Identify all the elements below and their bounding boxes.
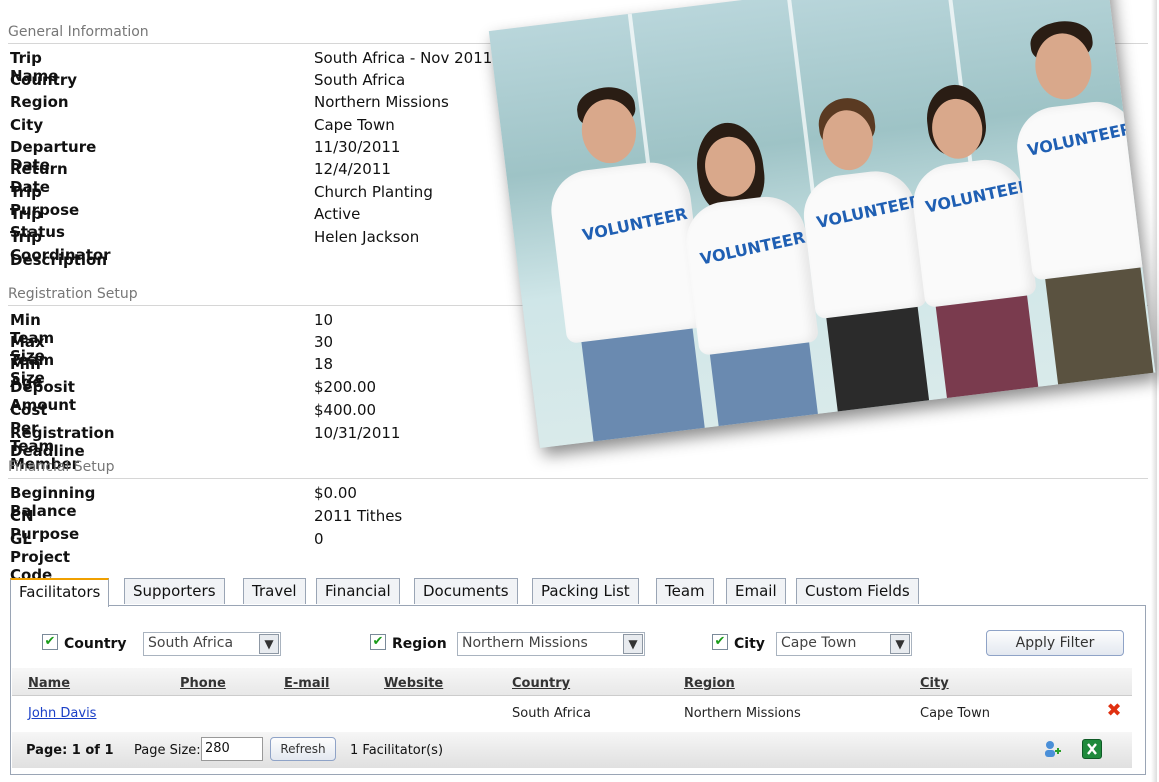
shirt — [681, 192, 820, 356]
apply-filter-button[interactable]: Apply Filter — [986, 630, 1124, 656]
field-value: 11/30/2011 — [314, 138, 401, 156]
facilitator-name-link[interactable]: John Davis — [28, 706, 96, 721]
column-header-website[interactable]: Website — [384, 676, 443, 691]
country-select[interactable]: South Africa ▼ — [143, 632, 281, 656]
field-value: Northern Missions — [314, 93, 449, 111]
city-select-value: Cape Town — [781, 635, 857, 651]
tab-financial[interactable]: Financial — [316, 578, 400, 604]
excel-icon-svg — [1084, 741, 1100, 757]
field-value: 2011 Tithes — [314, 507, 403, 525]
field-value: 30 — [314, 333, 334, 351]
field-value: $0.00 — [314, 484, 357, 502]
region-select[interactable]: Northern Missions ▼ — [457, 632, 645, 656]
jeans — [581, 328, 706, 448]
section-registration-title: Registration Setup — [8, 286, 138, 302]
volunteer-photo: VOLUNTEER VOLUNTEER VOLUNTEER VOLUNTEER … — [488, 0, 1156, 448]
field-value: 18 — [314, 355, 334, 373]
field-value: Helen Jackson — [314, 228, 420, 246]
tab-team[interactable]: Team — [656, 578, 714, 604]
pants — [935, 295, 1040, 406]
country-select-value: South Africa — [148, 635, 234, 651]
column-header-name[interactable]: Name — [28, 676, 70, 691]
grid-header: Name Phone E-mail Website Country Region… — [12, 668, 1132, 696]
field-label: Country — [10, 71, 78, 89]
field-value: 10 — [314, 311, 334, 329]
tab-travel[interactable]: Travel — [243, 578, 306, 604]
region-select-value: Northern Missions — [462, 635, 588, 651]
field-label: City — [10, 116, 44, 134]
tab-email[interactable]: Email — [726, 578, 786, 604]
field-value: $400.00 — [314, 401, 377, 419]
column-header-phone[interactable]: Phone — [180, 676, 226, 691]
window-edge — [1151, 0, 1157, 782]
field-value: 0 — [314, 530, 324, 548]
shirt — [546, 158, 707, 344]
city-checkbox[interactable]: ✔ — [712, 634, 728, 650]
jeans — [709, 342, 821, 444]
column-header-country[interactable]: Country — [512, 676, 570, 691]
page-indicator: Page: 1 of 1 — [26, 743, 114, 758]
section-general-title: General Information — [8, 24, 149, 40]
column-header-email[interactable]: E-mail — [284, 676, 330, 691]
field-value: Church Planting — [314, 183, 433, 201]
field-value: 12/4/2011 — [314, 160, 391, 178]
field-label: Registration Deadline — [10, 424, 115, 460]
column-header-city[interactable]: City — [920, 676, 949, 691]
add-user-icon[interactable] — [1042, 739, 1062, 759]
cell-region: Northern Missions — [684, 706, 801, 721]
country-filter-label: Country — [64, 636, 127, 652]
field-value: South Africa - Nov 2011 — [314, 49, 493, 67]
field-value: South Africa — [314, 71, 406, 89]
tab-facilitators[interactable]: Facilitators — [10, 578, 110, 607]
tab-supporters[interactable]: Supporters — [124, 578, 225, 604]
filter-region: ✔ Region Northern Missions ▼ — [370, 632, 650, 656]
country-checkbox[interactable]: ✔ — [42, 634, 58, 650]
delete-icon[interactable]: ✖ — [1106, 702, 1122, 720]
filter-city: ✔ City Cape Town ▼ — [712, 632, 912, 656]
city-select[interactable]: Cape Town ▼ — [776, 632, 912, 656]
excel-icon[interactable] — [1082, 739, 1102, 759]
section-financial-header: Financial Setup — [8, 459, 1148, 479]
chevron-down-icon[interactable]: ▼ — [259, 634, 279, 654]
table-row: John Davis South Africa Northern Mission… — [12, 700, 1132, 726]
page-size-label: Page Size: — [134, 743, 201, 758]
field-value: $200.00 — [314, 378, 377, 396]
pants — [826, 306, 930, 418]
region-checkbox[interactable]: ✔ — [370, 634, 386, 650]
chevron-down-icon[interactable]: ▼ — [890, 634, 910, 654]
record-count: 1 Facilitator(s) — [350, 743, 444, 758]
pants — [1045, 267, 1154, 389]
add-user-icon-svg — [1045, 741, 1061, 757]
field-label: GL Project Code — [10, 530, 71, 584]
field-value: 10/31/2011 — [314, 424, 401, 442]
region-filter-label: Region — [392, 636, 447, 652]
cell-country: South Africa — [512, 706, 591, 721]
field-label: Region — [10, 93, 69, 111]
section-financial-title: Financial Setup — [8, 459, 115, 475]
column-header-region[interactable]: Region — [684, 676, 735, 691]
page-size-input[interactable]: 280 — [201, 737, 263, 761]
field-label: Description — [10, 251, 108, 269]
pager-bar: Page: 1 of 1 Page Size: 280 Refresh 1 Fa… — [12, 732, 1132, 768]
shirt — [1012, 97, 1153, 281]
tab-custom-fields[interactable]: Custom Fields — [796, 578, 919, 604]
filter-country: ✔ Country South Africa ▼ — [42, 632, 282, 656]
cell-city: Cape Town — [920, 706, 990, 721]
city-filter-label: City — [734, 636, 765, 652]
refresh-button[interactable]: Refresh — [270, 737, 336, 761]
field-value: Cape Town — [314, 116, 395, 134]
tab-packing-list[interactable]: Packing List — [532, 578, 639, 604]
chevron-down-icon[interactable]: ▼ — [623, 634, 643, 654]
tab-documents[interactable]: Documents — [414, 578, 518, 604]
field-value: Active — [314, 205, 361, 223]
shirt — [799, 166, 928, 320]
